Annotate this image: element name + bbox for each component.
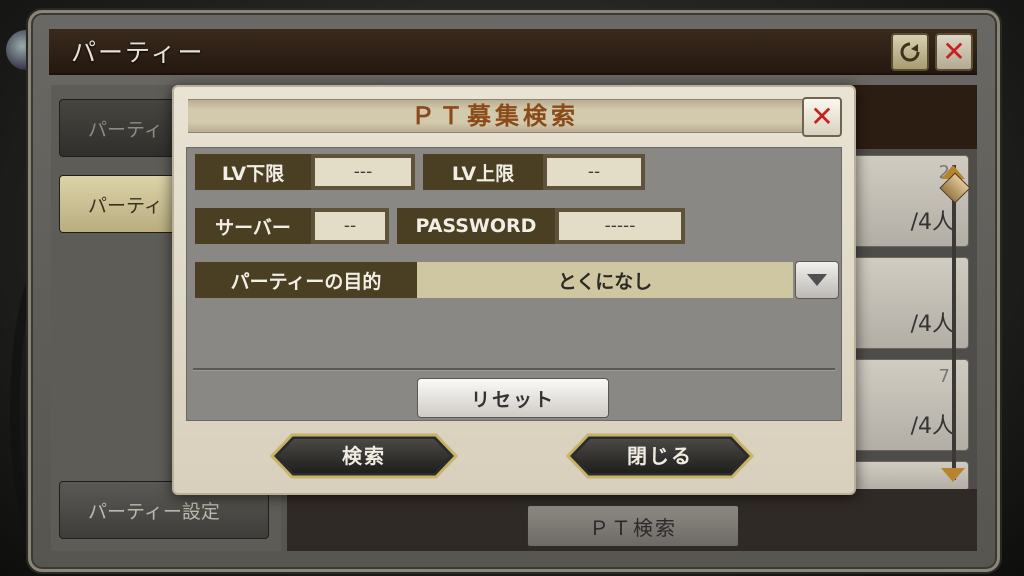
- list-item[interactable]: /4人: [847, 257, 969, 349]
- list-item[interactable]: 7 /4人: [847, 359, 969, 451]
- lv-min-label: LV下限: [195, 154, 311, 190]
- server-label: サーバー: [195, 208, 311, 244]
- scrollbar-track[interactable]: [952, 165, 956, 480]
- party-window-title: パーティー: [71, 38, 205, 67]
- party-list-footer: ＰＴ検索: [287, 489, 977, 551]
- reset-button[interactable]: リセット: [417, 378, 609, 418]
- purpose-label: パーティーの目的: [195, 262, 417, 298]
- party-capacity: /4人: [910, 414, 954, 439]
- search-button[interactable]: 検索: [270, 433, 458, 479]
- close-icon: ✕: [942, 35, 966, 68]
- lv-max-label: LV上限: [423, 154, 543, 190]
- chevron-down-icon: [807, 274, 827, 286]
- purpose-select[interactable]: とくになし: [417, 262, 793, 298]
- dialog-close-button[interactable]: ✕: [802, 97, 842, 137]
- server-field[interactable]: --: [311, 208, 389, 244]
- close-dialog-button[interactable]: 閉じる: [566, 433, 754, 479]
- search-form: LV下限 --- LV上限 -- サーバー -- PASSWORD ----- …: [186, 147, 842, 421]
- party-capacity: /4人: [910, 312, 954, 337]
- lv-min-field[interactable]: ---: [311, 154, 415, 190]
- pt-search-button[interactable]: ＰＴ検索: [527, 505, 739, 547]
- lv-max-field[interactable]: --: [543, 154, 645, 190]
- lv-min-value: ---: [315, 158, 411, 186]
- party-titlebar: パーティー ✕: [49, 29, 977, 75]
- password-field[interactable]: -----: [555, 208, 685, 244]
- close-icon: ✕: [810, 100, 834, 133]
- pt-search-dialog: ＰＴ募集検索 ✕ LV下限 --- LV上限 -- サーバー -- PASSWO…: [172, 85, 856, 495]
- refresh-icon: [900, 42, 920, 62]
- scroll-down-arrow-icon[interactable]: [941, 468, 965, 482]
- party-number: 7: [938, 366, 950, 387]
- dialog-titlebar: ＰＴ募集検索: [188, 99, 802, 133]
- purpose-dropdown-button[interactable]: [795, 261, 839, 299]
- server-value: --: [315, 212, 385, 240]
- form-divider: [193, 368, 835, 371]
- close-button-label: 閉じる: [627, 444, 693, 468]
- party-capacity: /4人: [910, 210, 954, 235]
- search-button-label: 検索: [342, 444, 386, 468]
- password-value: -----: [559, 212, 681, 240]
- close-window-button[interactable]: ✕: [935, 33, 973, 71]
- password-label: PASSWORD: [397, 208, 555, 244]
- lv-max-value: --: [547, 158, 641, 186]
- refresh-button[interactable]: [891, 33, 929, 71]
- dialog-title: ＰＴ募集検索: [411, 102, 579, 130]
